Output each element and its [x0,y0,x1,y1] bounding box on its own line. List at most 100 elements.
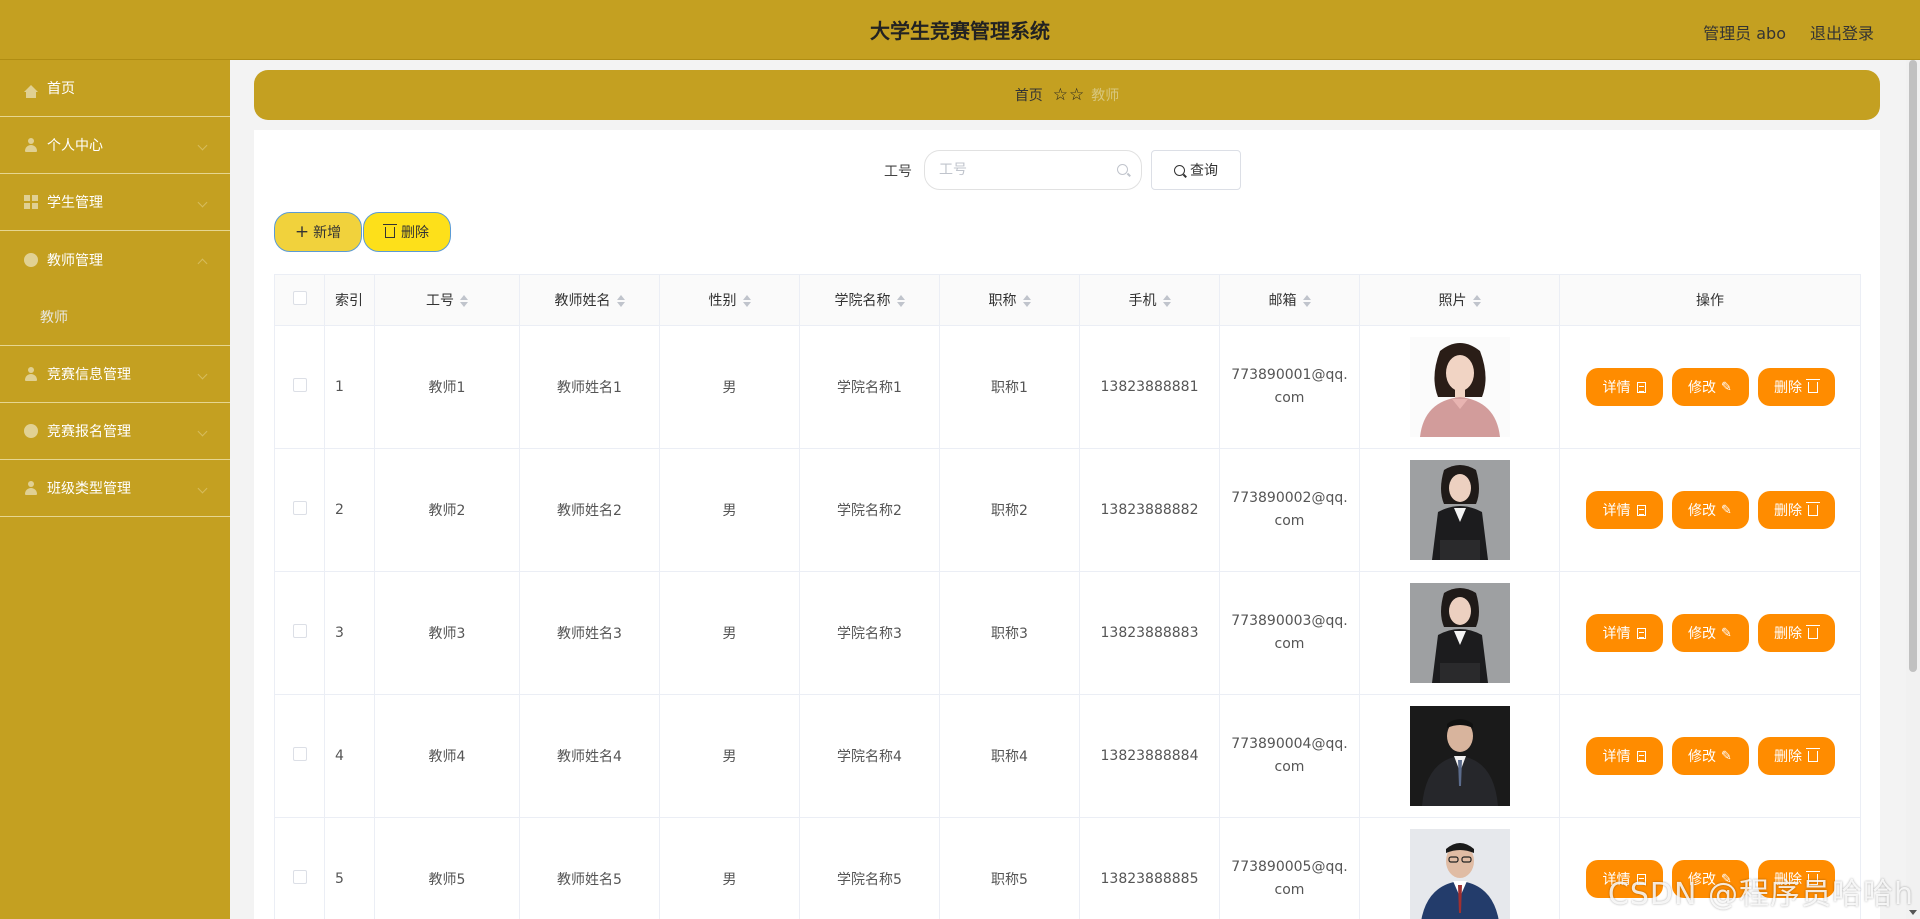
sidebar-item-competition-registration[interactable]: 竞赛报名管理 [0,403,230,460]
delete-button[interactable]: 删除 [1757,737,1835,775]
breadcrumb-current: 教师 [1091,88,1120,104]
delete-button[interactable]: 删除 [1757,491,1835,529]
batch-delete-button-label: 删除 [401,225,429,241]
edit-button[interactable]: 修改 ✎ [1671,737,1749,775]
sidebar: 首页 个人中心 学生管理 教师管理 教师 竞赛信息管理 竞赛报名管理 班级类型管… [0,60,230,919]
edit-button[interactable]: 修改 ✎ [1671,368,1749,406]
search-label: 工号 [884,164,912,180]
sort-icon[interactable] [1302,295,1311,307]
row-checkbox[interactable] [292,378,307,392]
table-row[interactable]: 2 教师2 教师姓名2 男学院名称2 职称2 13823888882 773890002@q… [274,448,1861,572]
delete-button[interactable]: 删除 [1757,368,1835,406]
sort-icon[interactable] [616,295,625,307]
cell-actions: 详情 修改 ✎ 删除 [1559,694,1861,818]
column-header-label: 工号 [426,293,454,309]
sort-icon[interactable] [1022,295,1031,307]
page-scrollbar[interactable] [1906,60,1920,919]
row-checkbox[interactable] [292,501,307,515]
chevron-down-icon [197,197,208,208]
sidebar-item-label: 首页 [47,81,75,97]
sort-icon[interactable] [1472,295,1481,307]
cell-gender: 男 [659,448,800,572]
edit-button-label: 修改 [1688,380,1717,396]
cell-college: 学院名称1 [799,325,940,449]
sidebar-subitem-teacher[interactable]: 教师 [0,288,230,346]
delete-button-label: 删除 [1774,380,1802,396]
add-button-label: 新增 [313,225,342,241]
table-body: 1 教师1 教师姓名1 男学院名称1 职称1 13823888881 773890001@q… [274,325,1861,919]
row-checkbox[interactable] [292,747,307,761]
breadcrumb-home[interactable]: 首页 [1015,85,1043,105]
sort-icon[interactable] [742,295,751,307]
detail-button[interactable]: 详情 [1585,368,1663,406]
user-icon [24,367,38,381]
column-header-index: 索引 [324,274,375,326]
column-header-title[interactable]: 职称 [939,274,1080,326]
user-icon [24,481,38,495]
column-header-label: 职称 [988,293,1017,309]
column-header-label: 邮箱 [1268,293,1297,309]
sidebar-item-home[interactable]: 首页 [0,60,230,117]
teacher-photo[interactable] [1409,583,1510,683]
select-all-cell [274,274,325,326]
app-title: 大学生竞赛管理系统 [870,19,1050,43]
detail-button-label: 详情 [1602,626,1631,642]
detail-button[interactable]: 详情 [1585,491,1663,529]
delete-button-label: 删除 [1774,503,1802,519]
row-checkbox[interactable] [292,624,307,638]
delete-button[interactable]: 删除 [1757,614,1835,652]
sort-icon[interactable] [1162,295,1171,307]
column-header-actions: 操作 [1559,274,1861,326]
detail-button[interactable]: 详情 [1585,614,1663,652]
sidebar-item-label: 班级类型管理 [47,481,131,497]
cell-gender: 男 [659,817,800,919]
table-row[interactable]: 3 教师3 教师姓名3 男学院名称3 职称3 13823888883 773890003@q… [274,571,1861,695]
select-all-checkbox[interactable] [292,291,307,305]
column-header-phone[interactable]: 手机 [1079,274,1220,326]
teacher-photo[interactable] [1409,706,1510,806]
sidebar-item-class-type[interactable]: 班级类型管理 [0,460,230,517]
sidebar-item-student-management[interactable]: 学生管理 [0,174,230,231]
detail-button[interactable]: 详情 [1585,737,1663,775]
query-button[interactable]: 查询 [1151,150,1241,190]
column-header-id[interactable]: 工号 [374,274,520,326]
email-text: 773890005@qq.com [1231,859,1348,898]
chevron-down-icon [197,483,208,494]
query-button-label: 查询 [1190,163,1218,179]
watermark: CSDN @程序员哈哈h [1607,877,1914,912]
edit-button[interactable]: 修改 ✎ [1671,614,1749,652]
edit-icon: ✎ [1721,625,1732,641]
teacher-photo[interactable] [1409,829,1510,919]
row-checkbox[interactable] [292,870,307,884]
sidebar-item-personal-center[interactable]: 个人中心 [0,117,230,174]
column-header-photo[interactable]: 照片 [1359,274,1560,326]
cell-title: 职称1 [939,325,1080,449]
cell-index: 1 [324,325,375,449]
column-header-email[interactable]: 邮箱 [1219,274,1360,326]
batch-delete-button[interactable]: 删除 [363,212,451,252]
sort-icon[interactable] [460,295,468,307]
scrollbar-thumb[interactable] [1909,60,1917,672]
sidebar-item-label: 竞赛报名管理 [47,424,131,440]
cell-index: 5 [324,817,375,919]
add-button[interactable]: + 新增 [274,212,362,252]
sidebar-item-competition-info[interactable]: 竞赛信息管理 [0,346,230,403]
trash-icon [383,223,397,238]
sidebar-item-teacher-management[interactable]: 教师管理 [0,231,230,288]
sort-icon[interactable] [896,295,905,307]
table-row[interactable]: 4 教师4 教师姓名4 男学院名称4 职称4 13823888884 773890004@q… [274,694,1861,818]
email-text: 773890003@qq.com [1231,613,1348,652]
cell-name: 教师姓名4 [519,694,660,818]
teacher-photo[interactable] [1409,460,1510,560]
edit-button[interactable]: 修改 ✎ [1671,491,1749,529]
search-input[interactable] [924,150,1142,190]
logout-link[interactable]: 退出登录 [1810,20,1874,44]
teacher-photo[interactable] [1409,337,1510,437]
cell-name: 教师姓名2 [519,448,660,572]
cell-actions: 详情 修改 ✎ 删除 [1559,325,1861,449]
column-header-name[interactable]: 教师姓名 [519,274,660,326]
table-row[interactable]: 1 教师1 教师姓名1 男学院名称1 职称1 13823888881 773890001@q… [274,325,1861,449]
column-header-gender[interactable]: 性别 [659,274,800,326]
column-header-college[interactable]: 学院名称 [799,274,940,326]
cell-title: 职称4 [939,694,1080,818]
